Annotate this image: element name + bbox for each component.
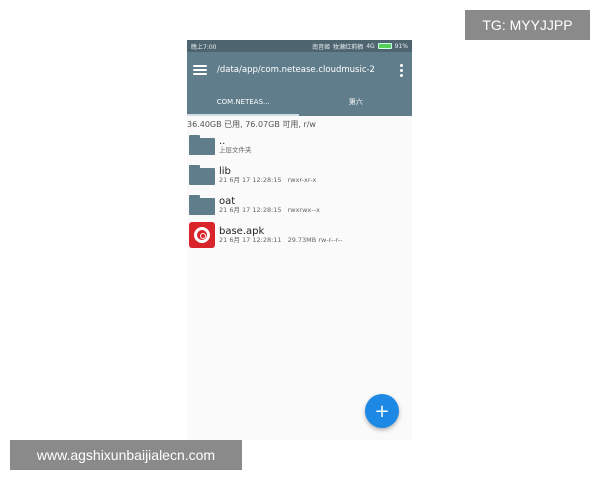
file-date: 21 6月 17 12:28:15 bbox=[219, 206, 282, 215]
screenshot-page: 晚上7:00 南音姬 牧濑红莉栖 4G 91% /data/app/com.ne… bbox=[0, 0, 600, 480]
battery-level: 91% bbox=[394, 42, 408, 50]
watermark-url: www.agshixunbaijialecn.com bbox=[10, 440, 242, 470]
tab-bar: COM.NETEAS... 第六 bbox=[187, 88, 412, 116]
status-bar: 晚上7:00 南音姬 牧濑红莉栖 4G 91% bbox=[187, 40, 412, 52]
carrier-1: 南音姬 bbox=[312, 43, 331, 51]
network-type: 4G bbox=[366, 42, 375, 50]
carrier-2: 牧濑红莉栖 bbox=[333, 43, 364, 51]
file-permissions: rwxr-xr-x bbox=[287, 176, 317, 185]
list-item-oat[interactable]: oat 21 6月 17 12:28:15 rwxrwx--x bbox=[187, 190, 412, 220]
file-meta: 21 6月 17 12:28:15 rwxr-xr-x bbox=[219, 176, 317, 185]
folder-icon bbox=[189, 165, 215, 185]
app-bar: /data/app/com.netease.cloudmusic-2 bbox=[187, 52, 412, 88]
storage-info: 36.40GB 已用, 76.07GB 可用, r/w bbox=[187, 120, 316, 129]
file-text: .. 上层文件夹 bbox=[219, 136, 252, 155]
status-right: 南音姬 牧濑红莉栖 4G 91% bbox=[312, 42, 408, 51]
folder-icon bbox=[189, 135, 215, 155]
current-path: /data/app/com.netease.cloudmusic-2 bbox=[217, 65, 375, 75]
file-date: 上层文件夹 bbox=[219, 146, 252, 155]
folder-icon bbox=[189, 195, 215, 215]
file-meta: 上层文件夹 bbox=[219, 146, 252, 155]
file-text: oat 21 6月 17 12:28:15 rwxrwx--x bbox=[219, 196, 320, 215]
tab-second[interactable]: 第六 bbox=[300, 88, 413, 116]
file-date: 21 6月 17 12:28:11 bbox=[219, 236, 282, 245]
file-meta: 21 6月 17 12:28:15 rwxrwx--x bbox=[219, 206, 320, 215]
file-text: lib 21 6月 17 12:28:15 rwxr-xr-x bbox=[219, 166, 316, 185]
list-item-base-apk[interactable]: base.apk 21 6月 17 12:28:11 29.73MB rw-r--… bbox=[187, 220, 412, 250]
phone-screen: 晚上7:00 南音姬 牧濑红莉栖 4G 91% /data/app/com.ne… bbox=[187, 40, 412, 440]
netease-cloudmusic-icon bbox=[189, 222, 215, 248]
list-item-lib[interactable]: lib 21 6月 17 12:28:15 rwxr-xr-x bbox=[187, 160, 412, 190]
hamburger-menu-icon[interactable] bbox=[193, 63, 207, 77]
status-time: 晚上7:00 bbox=[191, 43, 217, 51]
file-size-permissions: 29.73MB rw-r--r-- bbox=[287, 236, 343, 245]
file-permissions: rwxrwx--x bbox=[287, 206, 320, 215]
battery-icon bbox=[377, 43, 392, 49]
add-fab-button[interactable]: + bbox=[365, 394, 399, 428]
file-text: base.apk 21 6月 17 12:28:11 29.73MB rw-r--… bbox=[219, 226, 343, 245]
more-vertical-icon[interactable] bbox=[396, 63, 406, 77]
tab-indicator bbox=[187, 114, 299, 116]
watermark-tg: TG: MYYJJPP bbox=[465, 10, 590, 40]
file-meta: 21 6月 17 12:28:11 29.73MB rw-r--r-- bbox=[219, 236, 343, 245]
tab-current-folder[interactable]: COM.NETEAS... bbox=[187, 88, 300, 116]
list-item-parent[interactable]: .. 上层文件夹 bbox=[187, 130, 412, 160]
plus-icon: + bbox=[374, 400, 390, 422]
file-date: 21 6月 17 12:28:15 bbox=[219, 176, 282, 185]
